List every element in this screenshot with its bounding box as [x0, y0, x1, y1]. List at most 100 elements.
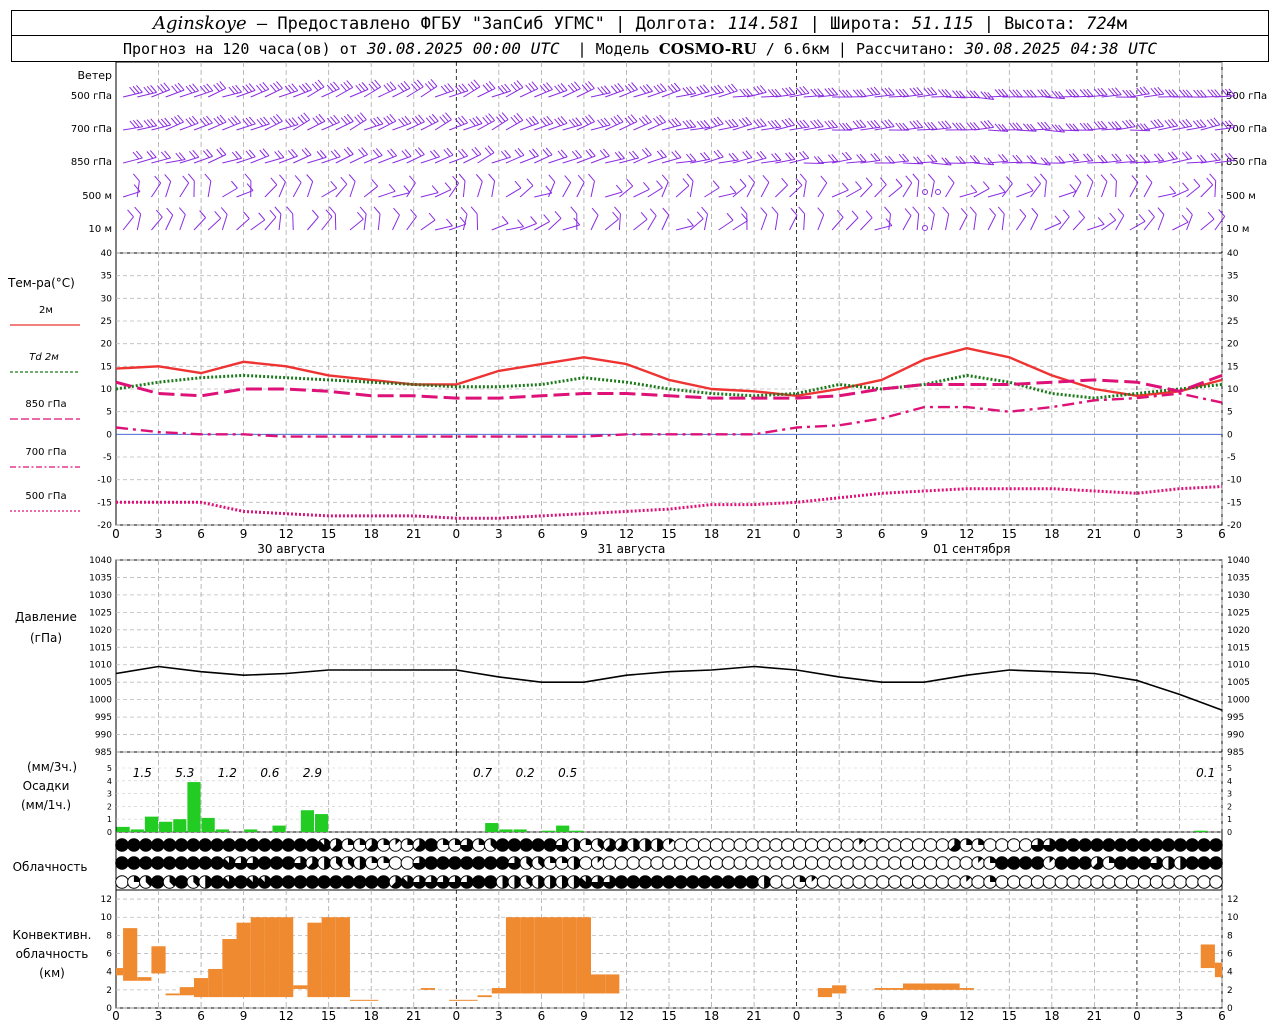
wind-barb-feather	[274, 206, 282, 215]
cloud-cover-fill	[1174, 838, 1187, 852]
wind-barb	[236, 218, 250, 231]
y-tick-right: 1010	[1227, 661, 1250, 671]
y-tick-right: 1015	[1227, 643, 1250, 653]
wind-barb	[1115, 180, 1117, 198]
wind-barb-feather	[475, 174, 483, 182]
wind-barb-feather	[895, 178, 903, 187]
precip-bar	[272, 825, 286, 832]
y-tick-left: 12	[101, 895, 112, 905]
cloud-cover-symbol	[852, 856, 867, 870]
wind-barb-feather	[712, 180, 720, 189]
cloud-cover-fill	[1185, 838, 1199, 852]
wind-barb-feather	[356, 211, 364, 220]
wind-barb	[860, 184, 873, 198]
wind-level-label-left: 500 м	[82, 191, 112, 202]
wind-barb-feather	[969, 90, 977, 98]
wind-barb	[264, 120, 283, 131]
wind-barb	[562, 182, 572, 198]
wind-barb-feather	[661, 174, 669, 183]
x-tick-label: 0	[1133, 527, 1141, 541]
wind-barb	[179, 214, 186, 231]
wind-barb	[250, 155, 270, 164]
wind-barb	[222, 187, 238, 198]
precip-bar	[173, 819, 187, 832]
wind-barb-feather	[220, 207, 228, 215]
wind-barb-feather	[373, 206, 381, 215]
wind-barb-feather	[1196, 89, 1204, 98]
cloud-cover-fill	[1209, 856, 1223, 870]
cloud-cover-fill	[127, 838, 141, 852]
cloud-cover-symbol	[959, 856, 974, 870]
x-tick-label: 3	[1176, 1009, 1184, 1023]
wind-barb-feather	[884, 155, 892, 164]
y-tick-right: -10	[1227, 476, 1242, 486]
wind-barb	[817, 182, 828, 198]
cloud-cover-symbol	[781, 838, 795, 852]
wind-barb	[378, 120, 396, 131]
cloud-cover-symbol	[115, 875, 129, 889]
wind-barb-feather	[1051, 90, 1059, 99]
wind-barb-feather	[1117, 208, 1125, 216]
wind-barb-feather	[564, 175, 572, 183]
wind-barb	[151, 216, 163, 231]
y-tick-right: 20	[1227, 340, 1239, 350]
wind-barb	[207, 87, 226, 98]
cloud-cover-symbol	[804, 856, 819, 870]
wind-barb	[703, 213, 709, 231]
cloud-cover-fill	[484, 875, 497, 889]
cloud-cover-fill	[163, 838, 176, 852]
convective-bar	[817, 988, 833, 998]
cloud-cover-symbol	[947, 875, 962, 889]
wind-barb-feather	[514, 180, 522, 189]
y-tick-left: 4	[107, 777, 112, 786]
x-tick-label: 15	[1002, 1009, 1017, 1023]
wind-barb	[122, 216, 134, 231]
wind-barb-feather	[1040, 157, 1048, 165]
convective-bar	[165, 993, 180, 996]
x-tick-label: 21	[746, 1009, 761, 1023]
convective-bar	[264, 917, 280, 998]
precip-total-label: 2.9	[303, 766, 322, 780]
wind-barb-feather	[246, 183, 254, 191]
wind-barb	[378, 155, 397, 164]
wind-barb-feather	[687, 218, 694, 226]
wind-barb	[434, 154, 454, 164]
x-tick-label: 3	[495, 527, 503, 541]
wind-barb	[321, 88, 340, 98]
y-tick-left: 995	[95, 713, 112, 723]
wind-barb-feather	[905, 175, 913, 184]
cloud-cover-symbol	[709, 856, 724, 870]
wind-barb	[732, 220, 748, 231]
x-tick-label: 0	[793, 527, 801, 541]
cloud-cover-fill	[1078, 838, 1092, 852]
cloud-cover-symbol	[911, 856, 926, 870]
wind-barb-feather	[428, 212, 436, 221]
wind-barb-feather	[178, 207, 186, 215]
cloud-cover-symbol	[745, 856, 760, 870]
x-tick-label: 21	[1087, 1009, 1102, 1023]
y-tick-right: 995	[1227, 713, 1244, 723]
wind-barb-feather	[851, 210, 859, 219]
wind-barb	[462, 180, 466, 198]
y-tick-left: 990	[95, 731, 112, 741]
conv-title-line1: Конвективн.	[13, 928, 92, 942]
x-tick-label: 18	[364, 1009, 379, 1023]
cloud-cover-symbol	[1137, 875, 1152, 889]
cloud-cover-symbol	[816, 838, 831, 852]
wind-barb	[1001, 213, 1005, 231]
x-tick-label: 12	[619, 527, 634, 541]
wind-barb	[420, 219, 436, 231]
wind-barb-feather	[1136, 123, 1144, 131]
wind-barb-feather	[1110, 173, 1117, 182]
precip-bar	[570, 830, 584, 832]
convective-bar	[116, 968, 124, 976]
wind-barb	[1200, 218, 1215, 231]
wind-barb	[406, 121, 425, 131]
cloud-cover-symbol	[852, 875, 867, 889]
convective-panel: 12 12 10 10 8 8 6 6 4 4 2 2 0 0 Конвективн. облачность (…	[13, 895, 1239, 1023]
temp-legend-label: 700 гПа	[25, 447, 66, 458]
y-tick-right: 15	[1227, 362, 1238, 372]
cloud-cover-fill	[1209, 838, 1223, 852]
wind-barb-feather	[554, 211, 562, 219]
x-tick-label: 18	[1044, 527, 1059, 541]
